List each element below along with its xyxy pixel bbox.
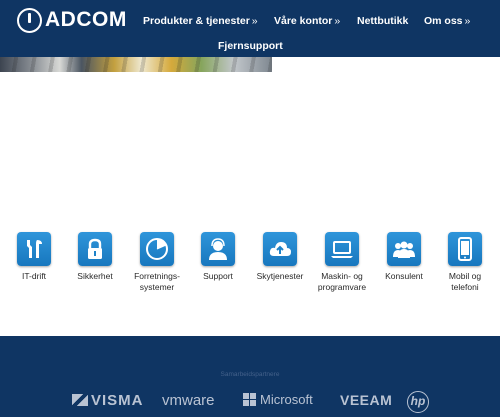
partner-logo-veeam[interactable]: VEEAM bbox=[340, 392, 392, 408]
partner-logo-visma[interactable]: VISMA bbox=[72, 392, 144, 409]
service-label: Konsulent bbox=[385, 271, 423, 281]
nav-label: Våre kontor bbox=[274, 15, 333, 27]
nav-item-nettbutikk[interactable]: Nettbutikk bbox=[357, 15, 408, 27]
service-mobil-og-telefoni[interactable]: Mobil og telefoni bbox=[434, 232, 496, 293]
partner-name: Microsoft bbox=[260, 392, 313, 407]
partner-logo-microsoft[interactable]: Microsoft bbox=[243, 392, 313, 407]
padlock-icon bbox=[78, 232, 112, 266]
partner-name: VEEAM bbox=[340, 392, 393, 408]
service-sikkerhet[interactable]: Sikkerhet bbox=[64, 232, 126, 282]
nav-arrow: » bbox=[251, 15, 258, 27]
service-skytjenester[interactable]: Skytjenester bbox=[249, 232, 311, 282]
service-forretningssystemer[interactable]: Forretnings- systemer bbox=[126, 232, 188, 293]
laptop-icon bbox=[325, 232, 359, 266]
service-label: Mobil og telefoni bbox=[448, 271, 482, 292]
service-maskin-og-programvare[interactable]: Maskin- og programvare bbox=[311, 232, 373, 293]
nav-arrow: » bbox=[334, 15, 341, 27]
service-label: Skytjenester bbox=[256, 271, 304, 281]
nav-label: Om oss bbox=[424, 15, 463, 27]
visma-mark-icon bbox=[72, 394, 88, 406]
service-label: Maskin- og programvare bbox=[317, 271, 367, 292]
power-icon bbox=[17, 7, 42, 33]
partner-logo-hp[interactable]: hp bbox=[407, 391, 429, 413]
service-konsulent[interactable]: Konsulent bbox=[373, 232, 435, 282]
nav-label: Nettbutikk bbox=[357, 15, 409, 27]
brand-name: ADCOM bbox=[45, 8, 127, 31]
nav-label: Fjernsupport bbox=[218, 40, 283, 52]
services-row: IT-drift Sikkerhet Forretnings- systemer… bbox=[0, 232, 500, 312]
site-header: ADCOM Produkter & tjenester» Våre kontor… bbox=[0, 0, 500, 57]
support-agent-icon bbox=[201, 232, 235, 266]
hp-logo-icon: hp bbox=[407, 391, 429, 413]
nav-label: Produkter & tjenester bbox=[143, 15, 250, 27]
service-label: Support bbox=[203, 271, 233, 281]
partners-heading: Samarbeidspartnere bbox=[220, 371, 280, 378]
service-label: Forretnings- systemer bbox=[134, 271, 180, 292]
smartphone-icon bbox=[448, 232, 482, 266]
partner-logo-vmware[interactable]: vmware bbox=[162, 392, 215, 409]
adcom-logo[interactable]: ADCOM bbox=[17, 6, 127, 34]
hero-image-strip bbox=[0, 57, 272, 72]
cloud-upload-icon bbox=[263, 232, 297, 266]
partner-name: vmware bbox=[162, 392, 215, 409]
partner-name: VISMA bbox=[91, 392, 144, 409]
service-label: IT-drift bbox=[21, 271, 47, 281]
tools-icon bbox=[17, 232, 51, 266]
nav-item-vare-kontor[interactable]: Våre kontor» bbox=[274, 15, 340, 27]
nav-arrow: » bbox=[464, 15, 471, 27]
nav-item-fjernsupport[interactable]: Fjernsupport bbox=[218, 40, 283, 52]
service-it-drift[interactable]: IT-drift bbox=[3, 232, 65, 282]
nav-item-om-oss[interactable]: Om oss» bbox=[424, 15, 470, 27]
nav-item-produkter[interactable]: Produkter & tjenester» bbox=[143, 15, 258, 27]
service-label: Sikkerhet bbox=[77, 271, 113, 281]
pie-chart-icon bbox=[140, 232, 174, 266]
microsoft-grid-icon bbox=[243, 393, 256, 406]
service-support[interactable]: Support bbox=[187, 232, 249, 282]
group-icon bbox=[387, 232, 421, 266]
